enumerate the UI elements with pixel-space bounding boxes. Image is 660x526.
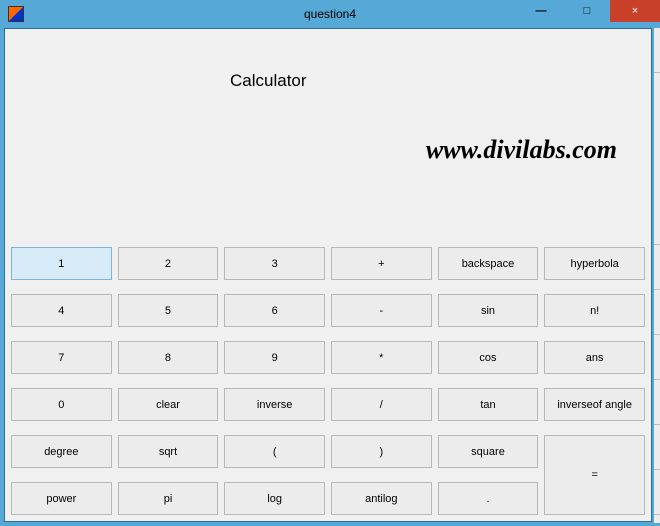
btn-factorial[interactable]: n! (544, 294, 645, 327)
btn-9[interactable]: 9 (224, 341, 325, 374)
btn-0[interactable]: 0 (11, 388, 112, 421)
titlebar: question4 — □ × (0, 0, 660, 28)
btn-8[interactable]: 8 (118, 341, 219, 374)
strip-segment (654, 245, 660, 290)
app-canvas: Calculator www.divilabs.com 1 2 3 + back… (4, 28, 652, 522)
minimize-button[interactable]: — (518, 0, 564, 22)
btn-5[interactable]: 5 (118, 294, 219, 327)
btn-4[interactable]: 4 (11, 294, 112, 327)
btn-7[interactable]: 7 (11, 341, 112, 374)
strip-segment (654, 73, 660, 245)
strip-segment (654, 470, 660, 515)
button-grid: 1 2 3 + backspace hyperbola 4 5 6 - sin … (11, 247, 645, 515)
btn-6[interactable]: 6 (224, 294, 325, 327)
maximize-button[interactable]: □ (564, 0, 610, 22)
btn-decimal[interactable]: . (438, 482, 539, 515)
btn-multiply[interactable]: * (331, 341, 432, 374)
btn-equals[interactable]: = (544, 435, 645, 515)
btn-clear[interactable]: clear (118, 388, 219, 421)
btn-hyperbola[interactable]: hyperbola (544, 247, 645, 280)
btn-cos[interactable]: cos (438, 341, 539, 374)
strip-segment (654, 290, 660, 335)
btn-power[interactable]: power (11, 482, 112, 515)
btn-open-paren[interactable]: ( (224, 435, 325, 468)
btn-pi[interactable]: pi (118, 482, 219, 515)
btn-square[interactable]: square (438, 435, 539, 468)
watermark-text: www.divilabs.com (426, 135, 617, 165)
background-strip (654, 28, 660, 523)
btn-inverseof-angle[interactable]: inverseof angle (544, 388, 645, 421)
btn-backspace[interactable]: backspace (438, 247, 539, 280)
btn-sin[interactable]: sin (438, 294, 539, 327)
btn-tan[interactable]: tan (438, 388, 539, 421)
strip-segment (654, 28, 660, 73)
btn-ans[interactable]: ans (544, 341, 645, 374)
btn-log[interactable]: log (224, 482, 325, 515)
btn-minus[interactable]: - (331, 294, 432, 327)
btn-antilog[interactable]: antilog (331, 482, 432, 515)
app-icon (8, 6, 24, 22)
btn-divide[interactable]: / (331, 388, 432, 421)
page-title: Calculator (230, 71, 307, 91)
btn-degree[interactable]: degree (11, 435, 112, 468)
btn-sqrt[interactable]: sqrt (118, 435, 219, 468)
btn-1[interactable]: 1 (11, 247, 112, 280)
strip-segment (654, 380, 660, 425)
strip-segment (654, 425, 660, 470)
close-button[interactable]: × (610, 0, 660, 22)
window-controls: — □ × (518, 0, 660, 22)
btn-close-paren[interactable]: ) (331, 435, 432, 468)
btn-2[interactable]: 2 (118, 247, 219, 280)
btn-3[interactable]: 3 (224, 247, 325, 280)
btn-inverse[interactable]: inverse (224, 388, 325, 421)
strip-segment (654, 335, 660, 380)
btn-plus[interactable]: + (331, 247, 432, 280)
